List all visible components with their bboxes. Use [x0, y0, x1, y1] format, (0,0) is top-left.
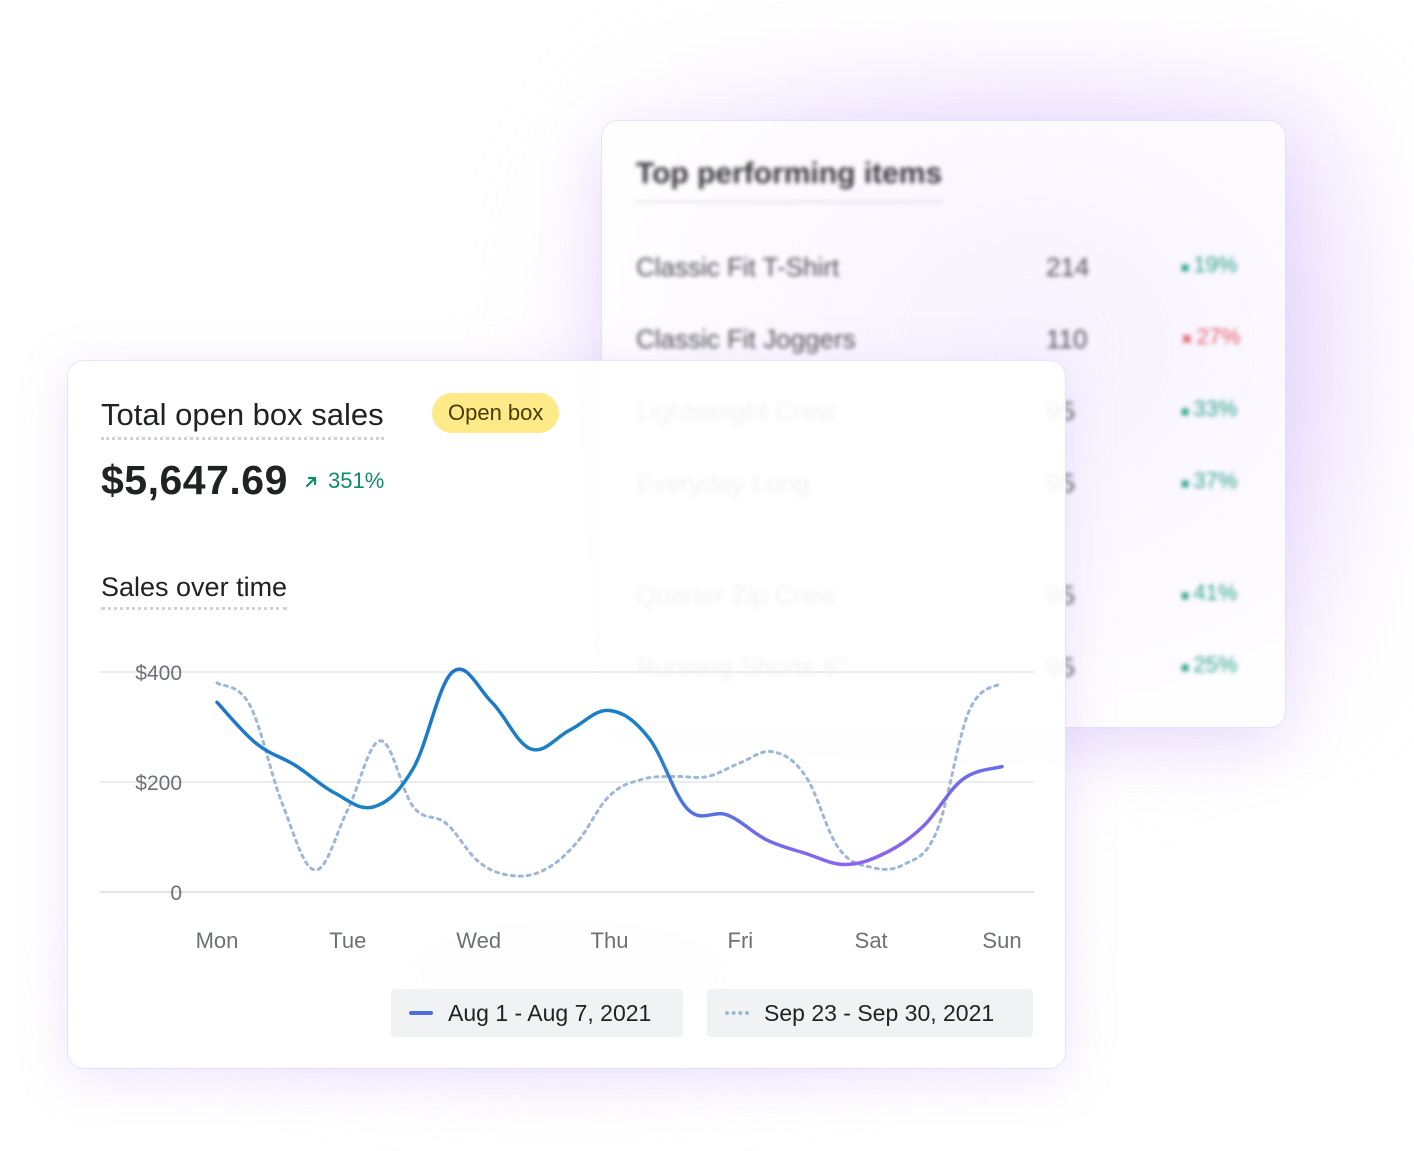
up-indicator-icon: ■ — [1181, 475, 1194, 491]
legend-label: Sep 23 - Sep 30, 2021 — [764, 1000, 995, 1026]
item-change: ■ 25% — [1181, 652, 1237, 678]
x-tick-label: Tue — [329, 928, 366, 953]
item-change: ✖ 27% — [1181, 324, 1241, 350]
legend-item-aug[interactable]: Aug 1 - Aug 7, 2021 — [391, 989, 683, 1037]
x-tick-label: Sat — [855, 928, 888, 953]
x-tick-label: Thu — [591, 928, 629, 953]
item-change-value: 27% — [1196, 324, 1241, 349]
item-count: 110 — [1046, 324, 1088, 354]
item-count: 214 — [1046, 252, 1090, 282]
y-tick-label: $200 — [135, 772, 182, 795]
x-tick-label: Sun — [982, 928, 1021, 953]
series-line-aug — [215, 667, 1004, 867]
item-change-value: 25% — [1193, 652, 1238, 677]
x-tick-label: Fri — [728, 928, 754, 953]
y-tick-label: $400 — [135, 662, 182, 685]
item-change-value: 33% — [1193, 396, 1238, 421]
item-change: ■ 37% — [1181, 468, 1237, 494]
item-change-value: 19% — [1193, 252, 1238, 277]
sales-line-chart: $400 $200 0 Mon Tue Wed Thu Fri Sat Sun — [100, 662, 1034, 953]
legend-item-sep[interactable]: Sep 23 - Sep 30, 2021 — [707, 989, 1033, 1037]
down-indicator-icon: ✖ — [1181, 331, 1197, 347]
x-tick-label: Mon — [196, 928, 239, 953]
up-indicator-icon: ■ — [1181, 259, 1194, 275]
legend-label: Aug 1 - Aug 7, 2021 — [448, 1000, 652, 1026]
x-tick-label: Wed — [456, 928, 501, 953]
legend-solid-line-icon — [409, 1011, 433, 1015]
item-change: ■ 41% — [1181, 580, 1237, 606]
item-name: Classic Fit T-Shirt — [636, 252, 840, 282]
item-change: ■ 33% — [1181, 396, 1237, 422]
legend-dotted-line-icon — [725, 1011, 749, 1015]
top-item-row: Classic Fit Joggers 110 ✖ 27% — [636, 324, 1256, 364]
y-tick-label: 0 — [170, 882, 182, 905]
up-indicator-icon: ■ — [1181, 403, 1194, 419]
item-name: Classic Fit Joggers — [636, 324, 856, 354]
up-indicator-icon: ■ — [1181, 659, 1194, 675]
top-items-title: Top performing items — [636, 157, 943, 203]
item-change-value: 37% — [1193, 468, 1238, 493]
up-indicator-icon: ■ — [1181, 587, 1194, 603]
item-change-value: 41% — [1193, 580, 1238, 605]
item-change: ■ 19% — [1181, 252, 1237, 278]
open-box-sales-card: Total open box sales Open box $5,647.69 … — [68, 361, 1065, 1068]
top-item-row: Classic Fit T-Shirt 214 ■ 19% — [636, 252, 1256, 292]
